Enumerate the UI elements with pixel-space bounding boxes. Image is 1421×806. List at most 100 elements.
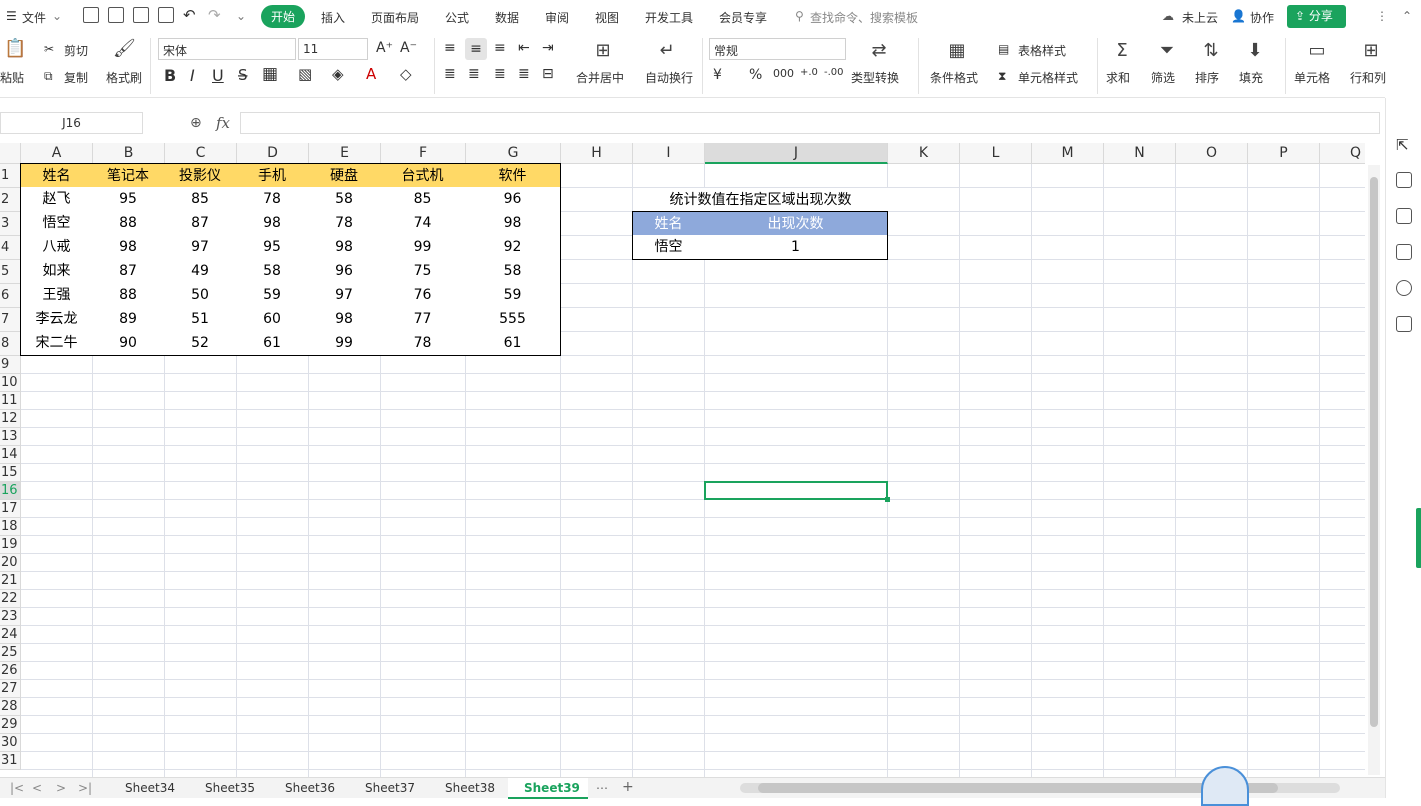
table-cell[interactable]: 95 <box>92 187 165 212</box>
fill-color-icon[interactable]: ◈ <box>332 65 344 83</box>
tab-sheet34[interactable]: Sheet34 <box>125 781 175 795</box>
settings-slider-icon[interactable] <box>1396 172 1412 188</box>
table-cell[interactable]: 99 <box>308 331 381 356</box>
column-header-f[interactable]: F <box>381 143 466 164</box>
backup-icon[interactable] <box>1396 244 1412 260</box>
thousands-icon[interactable]: 000 <box>773 67 794 80</box>
decrease-indent-icon[interactable]: ⇤ <box>518 40 530 56</box>
print-icon[interactable] <box>133 7 149 23</box>
cell-style-icon[interactable]: ⧗ <box>998 69 1006 84</box>
increase-font-icon[interactable]: A⁺ <box>376 40 393 56</box>
column-header-d[interactable]: D <box>237 143 309 164</box>
table-cell[interactable]: 61 <box>236 331 309 356</box>
column-header-q[interactable]: Q <box>1320 143 1365 164</box>
table-cell[interactable]: 59 <box>236 283 309 308</box>
table-cell[interactable]: 97 <box>308 283 381 308</box>
table-cell[interactable]: 95 <box>236 235 309 260</box>
font-size-select[interactable]: 11 <box>298 38 368 60</box>
table-cell[interactable]: 51 <box>164 307 237 332</box>
currency-icon[interactable]: ¥ <box>713 67 722 83</box>
table-cell[interactable]: 74 <box>380 211 466 236</box>
copy-button[interactable]: 复制 <box>64 69 88 86</box>
table-cell[interactable]: 96 <box>308 259 381 284</box>
row-header-3[interactable]: 3 <box>0 212 21 236</box>
increase-decimal-icon[interactable]: +.0 <box>800 67 818 78</box>
name-box[interactable]: J16 <box>0 112 143 134</box>
row-header-28[interactable]: 28 <box>0 698 21 716</box>
spreadsheet-grid[interactable]: A B C D E F G H I J K L M N O P Q 1 2 3 4 5 6 7 8 9 10 11 12 13 14 15 16… <box>0 143 1365 777</box>
type-convert-button[interactable]: 类型转换 <box>851 69 899 86</box>
row-header-18[interactable]: 18 <box>0 518 21 536</box>
table-cell[interactable]: 赵飞 <box>20 187 93 212</box>
last-sheet-icon[interactable]: >| <box>78 781 92 795</box>
column-header-p[interactable]: P <box>1248 143 1320 164</box>
align-right-icon[interactable]: ≣ <box>494 66 506 82</box>
export-pdf-icon[interactable] <box>108 7 124 23</box>
row-header-24[interactable]: 24 <box>0 626 21 644</box>
row-header-12[interactable]: 12 <box>0 410 21 428</box>
align-top-icon[interactable]: ≡ <box>444 40 456 56</box>
tab-sheet37[interactable]: Sheet37 <box>365 781 415 795</box>
hamburger-icon[interactable]: ☰ <box>6 9 17 23</box>
increase-indent-icon[interactable]: ⇥ <box>542 40 554 56</box>
merge-center-icon[interactable]: ⊞ <box>592 40 614 62</box>
table-cell[interactable]: 宋二牛 <box>20 331 93 356</box>
row-header-14[interactable]: 14 <box>0 446 21 464</box>
select-all-corner[interactable] <box>0 143 21 164</box>
tab-sheet35[interactable]: Sheet35 <box>205 781 255 795</box>
tab-data[interactable]: 数据 <box>495 9 519 26</box>
table-header-cell[interactable]: 投影仪 <box>164 163 237 188</box>
row-header-10[interactable]: 10 <box>0 374 21 392</box>
table-style-button[interactable]: 表格样式 <box>1018 42 1066 59</box>
next-sheet-icon[interactable]: > <box>56 781 66 795</box>
table-cell[interactable]: 78 <box>380 331 466 356</box>
paste-button[interactable]: 粘贴 <box>0 69 24 86</box>
formula-input[interactable] <box>240 112 1380 134</box>
sum-button[interactable]: 求和 <box>1106 69 1130 86</box>
table-cell[interactable]: 89 <box>92 307 165 332</box>
wrap-text-button[interactable]: 自动换行 <box>645 69 693 86</box>
table-header-cell[interactable]: 笔记本 <box>92 163 165 188</box>
table-cell[interactable]: 60 <box>236 307 309 332</box>
wrap-text-icon[interactable]: ↵ <box>656 40 678 62</box>
column-header-k[interactable]: K <box>888 143 960 164</box>
rows-cols-icon[interactable]: ⊞ <box>1360 40 1382 62</box>
row-header-7[interactable]: 7 <box>0 308 21 332</box>
table-cell[interactable]: 八戒 <box>20 235 93 260</box>
row-header-22[interactable]: 22 <box>0 590 21 608</box>
align-left-icon[interactable]: ≣ <box>444 66 456 82</box>
fill-icon[interactable]: ⬇ <box>1244 40 1266 62</box>
conditional-format-button[interactable]: 条件格式 <box>930 69 978 86</box>
table-cell[interactable]: 悟空 <box>20 211 93 236</box>
quick-access-dropdown-icon[interactable]: ⌄ <box>236 9 246 23</box>
strikethrough-icon[interactable]: S̶ <box>238 66 248 84</box>
align-middle-icon[interactable]: ≡ <box>465 38 487 60</box>
justify-icon[interactable]: ≣ <box>518 66 530 82</box>
copy-icon[interactable]: ⧉ <box>44 69 53 84</box>
align-bottom-icon[interactable]: ≡ <box>494 40 506 56</box>
table-cell[interactable]: 85 <box>164 187 237 212</box>
table-cell[interactable]: 58 <box>236 259 309 284</box>
active-cell-selection[interactable] <box>704 481 888 500</box>
tab-page-layout[interactable]: 页面布局 <box>371 9 419 26</box>
horizontal-scrollbar[interactable] <box>740 783 1340 793</box>
filter-icon[interactable]: ⏷ <box>1156 40 1178 62</box>
table-header-cell[interactable]: 软件 <box>465 163 561 188</box>
conditional-format-icon[interactable]: ▦ <box>946 40 968 62</box>
stats-value-cell[interactable]: 1 <box>704 235 888 260</box>
table-cell[interactable]: 如来 <box>20 259 93 284</box>
row-header-1[interactable]: 1 <box>0 164 21 188</box>
cells-icon[interactable]: ▭ <box>1306 40 1328 62</box>
row-header-4[interactable]: 4 <box>0 236 21 260</box>
type-convert-icon[interactable]: ⇄ <box>868 40 890 62</box>
table-cell[interactable]: 58 <box>465 259 561 284</box>
stats-value-cell[interactable]: 悟空 <box>632 235 705 260</box>
decrease-decimal-icon[interactable]: -.00 <box>824 67 844 78</box>
row-header-13[interactable]: 13 <box>0 428 21 446</box>
table-cell[interactable]: 58 <box>308 187 381 212</box>
table-cell[interactable]: 88 <box>92 283 165 308</box>
italic-icon[interactable]: I <box>190 66 195 85</box>
cut-button[interactable]: 剪切 <box>64 42 88 59</box>
percent-icon[interactable]: % <box>749 67 762 83</box>
tab-sheet39[interactable]: Sheet39 <box>524 781 580 795</box>
